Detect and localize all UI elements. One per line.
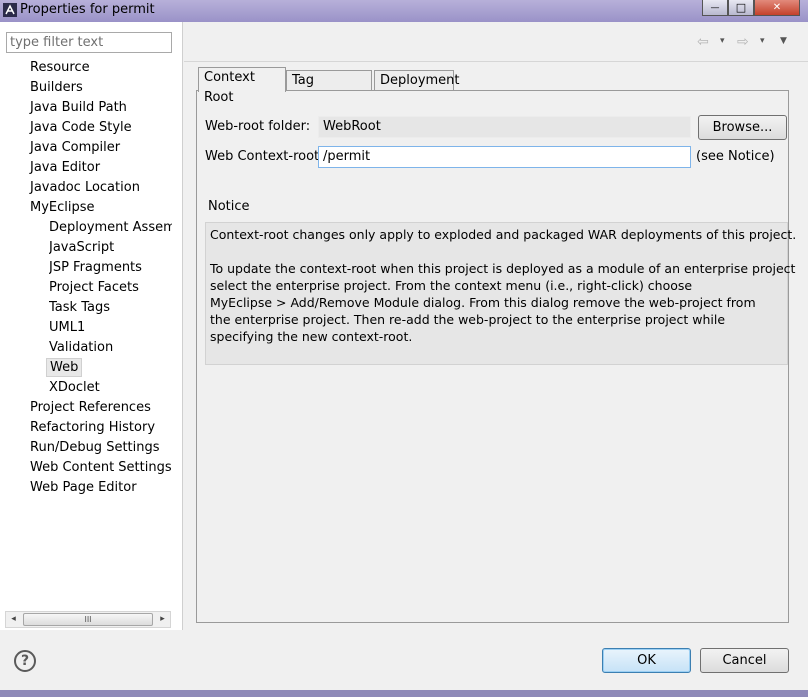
tab-context-root[interactable]: Context Root [198, 67, 286, 105]
cancel-button[interactable]: Cancel [700, 648, 789, 673]
maximize-button[interactable]: □ [728, 0, 754, 16]
tree-horizontal-scrollbar[interactable]: ◂ III ▸ [5, 611, 171, 628]
notice-line: Context-root changes only apply to explo… [210, 227, 797, 242]
close-button[interactable]: ✕ [754, 0, 800, 16]
web-context-root-input[interactable]: /permit [318, 146, 691, 168]
notice-line: To update the context-root when this pro… [210, 261, 796, 276]
tree-item-java-compiler[interactable]: Java Compiler [30, 138, 120, 157]
tree-item-web-content-settings[interactable]: Web Content Settings [30, 458, 172, 477]
tree-item-java-build-path[interactable]: Java Build Path [30, 98, 127, 117]
page-navigation-bar: ⇦ ▾ ⇨ ▾ ▼ [184, 22, 808, 62]
tree-item-project-facets[interactable]: Project Facets [49, 278, 172, 297]
scrollbar-thumb[interactable]: III [23, 613, 153, 626]
tree-item-resource[interactable]: Resource [30, 58, 90, 77]
maximize-icon: □ [735, 1, 747, 14]
window-frame-bottom [0, 690, 808, 697]
webroot-folder-label: Web-root folder: [205, 119, 311, 134]
tree-item-myeclipse[interactable]: MyEclipse [30, 198, 95, 217]
web-context-root-label: Web Context-root: [205, 149, 324, 164]
tree-item-run-debug-settings[interactable]: Run/Debug Settings [30, 438, 160, 457]
notice-heading: Notice [208, 199, 250, 214]
minimize-button[interactable]: — [702, 0, 728, 16]
notice-line [210, 243, 783, 260]
tree-item-web[interactable]: Web [46, 358, 83, 377]
scroll-right-icon[interactable]: ▸ [155, 612, 170, 627]
tab-tag-libraries[interactable]: Tag Libraries [286, 70, 372, 108]
tree-item-uml1[interactable]: UML1 [49, 318, 172, 337]
tree-item-xdoclet[interactable]: XDoclet [49, 378, 172, 397]
see-notice-label: (see Notice) [696, 149, 775, 164]
tree-item-task-tags[interactable]: Task Tags [49, 298, 172, 317]
tree-item-java-editor[interactable]: Java Editor [30, 158, 100, 177]
dialog-button-bar: ? OK Cancel [0, 630, 808, 690]
notice-line: the enterprise project. Then re-add the … [210, 312, 726, 327]
filter-input[interactable] [6, 32, 172, 53]
tree-item-builders[interactable]: Builders [30, 78, 83, 97]
properties-dialog: Resource Builders Java Build Path Java C… [0, 22, 808, 690]
forward-history-dropdown-icon[interactable]: ▾ [760, 36, 765, 46]
tab-deployment[interactable]: Deployment [374, 70, 460, 92]
notice-line: MyEclipse > Add/Remove Module dialog. Fr… [210, 295, 756, 310]
tree-item-refactoring-history[interactable]: Refactoring History [30, 418, 155, 437]
notice-line: select the enterprise project. From the … [210, 278, 693, 293]
back-history-dropdown-icon[interactable]: ▾ [720, 36, 725, 46]
browse-button[interactable]: Browse... [698, 115, 787, 140]
myeclipse-app-icon [3, 3, 17, 17]
close-icon: ✕ [772, 2, 782, 13]
scroll-left-icon[interactable]: ◂ [6, 612, 21, 627]
tree-item-deployment-assembly[interactable]: Deployment Assembl [49, 218, 172, 237]
webroot-folder-field: WebRoot [318, 116, 691, 138]
tree-item-web-page-editor[interactable]: Web Page Editor [30, 478, 137, 497]
help-icon[interactable]: ? [14, 650, 36, 672]
tree-item-project-references[interactable]: Project References [30, 398, 151, 417]
ok-button[interactable]: OK [602, 648, 691, 673]
minimize-icon: — [710, 2, 720, 13]
tree-item-javadoc-location[interactable]: Javadoc Location [30, 178, 140, 197]
title-bar: Properties for permit — □ ✕ [0, 0, 808, 22]
tree-item-jsp-fragments[interactable]: JSP Fragments [49, 258, 172, 277]
notice-line: specifying the new context-root. [210, 329, 413, 344]
view-menu-icon[interactable]: ▼ [780, 36, 787, 46]
tree-item-javascript[interactable]: JavaScript [49, 238, 172, 257]
tree-item-validation[interactable]: Validation [49, 338, 172, 357]
property-page-tree-pane: Resource Builders Java Build Path Java C… [0, 22, 183, 630]
notice-text-box: Context-root changes only apply to explo… [205, 222, 797, 365]
tree-item-java-code-style[interactable]: Java Code Style [30, 118, 132, 137]
property-page-pane: ⇦ ▾ ⇨ ▾ ▼ Context Root Tag Libraries Dep… [184, 22, 808, 630]
back-arrow-icon[interactable]: ⇦ [697, 34, 709, 50]
forward-arrow-icon[interactable]: ⇨ [737, 34, 749, 50]
window-title: Properties for permit [20, 2, 155, 17]
grip-icon: III [84, 615, 92, 624]
